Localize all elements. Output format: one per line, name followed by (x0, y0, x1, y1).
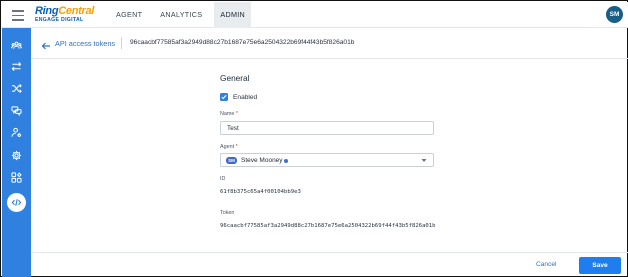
name-label-text: Name (220, 111, 235, 117)
chat-icon[interactable] (9, 103, 24, 118)
token-value: 96caacbf77585af3a2949d88c27b1687e75e6a25… (220, 223, 436, 229)
name-input[interactable] (220, 121, 434, 135)
agent-status-dot (284, 159, 288, 163)
breadcrumb-current: 96caacbf77585af3a2949d88c27b1687e75e6a25… (130, 39, 355, 46)
breadcrumb-divider (121, 37, 122, 49)
enabled-checkbox[interactable] (220, 93, 228, 101)
agent-label: Agent * (220, 144, 238, 150)
app-window: RingCentral ENGAGE DIGITAL AGENT ANALYTI… (0, 0, 628, 277)
gear-icon[interactable] (9, 148, 24, 163)
user-avatar[interactable]: SM (606, 6, 623, 23)
breadcrumb-api-access-tokens[interactable]: API access tokens (55, 39, 115, 48)
agent-avatar-badge: SM (226, 156, 237, 164)
required-mark: * (235, 111, 238, 117)
sidebar (2, 28, 31, 277)
code-icon[interactable] (7, 193, 26, 212)
required-mark: * (235, 144, 238, 150)
users-icon[interactable] (9, 38, 24, 53)
brand-subtitle: ENGAGE DIGITAL (35, 17, 84, 23)
nav-item-agent[interactable]: AGENT (110, 2, 148, 28)
cancel-button[interactable]: Cancel (536, 261, 557, 268)
brand-logo: RingCentral ENGAGE DIGITAL (35, 6, 95, 24)
enabled-label: Enabled (233, 93, 258, 101)
main-nav: AGENT ANALYTICS ADMIN (110, 2, 257, 28)
id-value: 61f8b375c65a4f00104bb9e3 (220, 189, 301, 195)
section-title: General (220, 73, 250, 83)
nav-item-admin[interactable]: ADMIN (214, 2, 252, 28)
save-button[interactable]: Save (579, 257, 621, 274)
brand-name: RingCentral (35, 5, 95, 17)
user-settings-icon[interactable] (9, 125, 24, 140)
back-arrow-icon[interactable] (41, 38, 51, 50)
chevron-down-icon (421, 159, 427, 162)
agent-select[interactable]: SM Steve Mooney (220, 153, 434, 167)
agent-label-text: Agent (220, 144, 235, 150)
page-header: API access tokens 96caacbf77585af3a2949d… (31, 28, 628, 59)
name-label: Name * (220, 111, 238, 117)
apps-icon[interactable] (9, 170, 24, 185)
menu-icon[interactable] (12, 10, 24, 21)
agent-name: Steve Mooney (241, 156, 283, 164)
form-footer: Cancel Save (31, 252, 628, 277)
nav-item-analytics[interactable]: ANALYTICS (154, 2, 208, 28)
token-label: Token (220, 210, 235, 216)
id-label: ID (220, 176, 226, 182)
top-bar: RingCentral ENGAGE DIGITAL AGENT ANALYTI… (2, 2, 628, 28)
shuffle-icon[interactable] (9, 81, 24, 96)
transfer-icon[interactable] (9, 59, 24, 74)
